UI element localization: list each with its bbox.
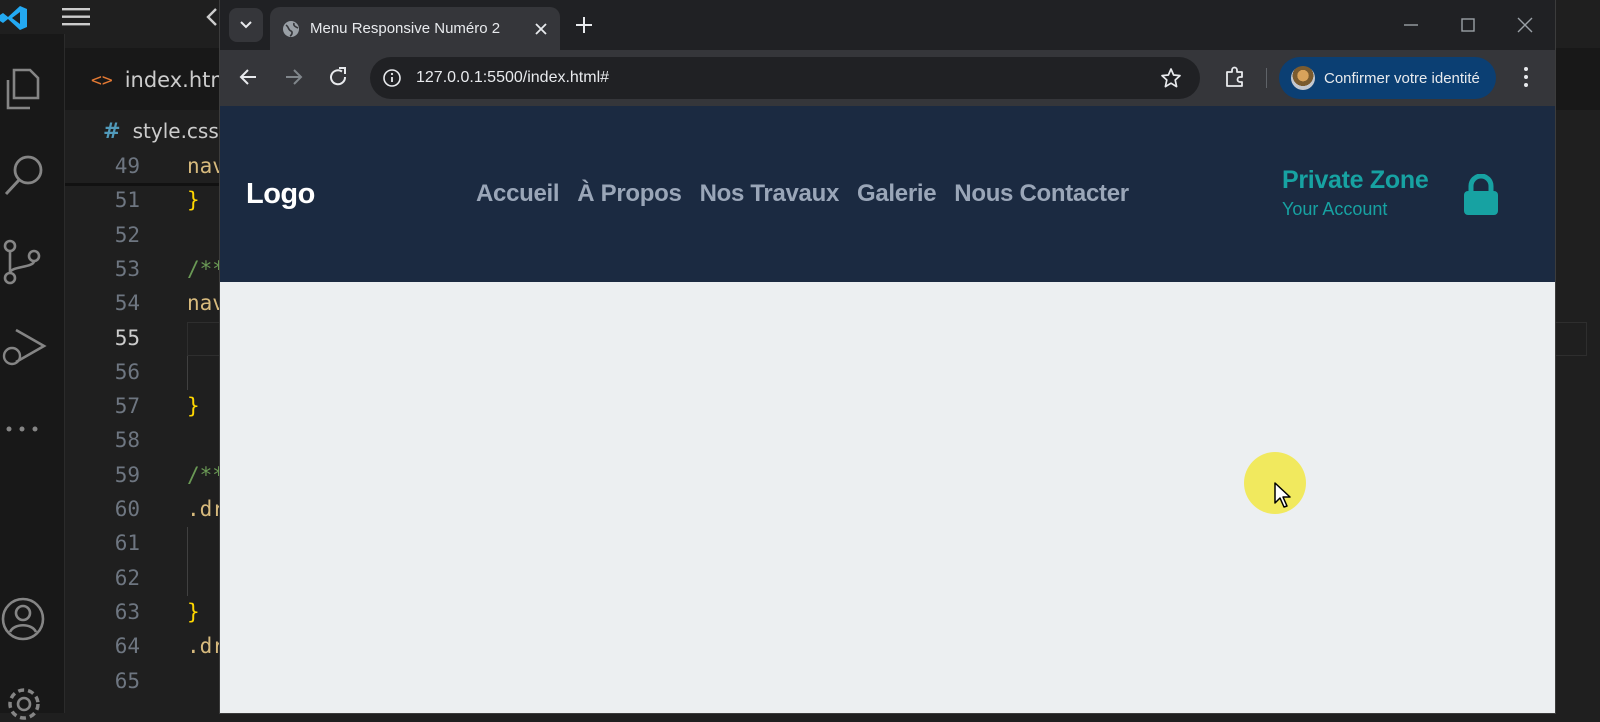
vscode-logo-icon [0,4,28,32]
mouse-pointer-icon [1273,481,1293,509]
line-number: 57 [114,394,140,419]
breadcrumb: # style.css [65,112,219,150]
reload-icon[interactable] [325,64,351,90]
line-number: 60 [114,497,140,521]
tab-index-html[interactable]: <> index.htm [91,54,231,106]
source-control-icon[interactable] [2,238,46,286]
nav-link[interactable]: Nous Contacter [954,180,1129,208]
extensions-puzzle-icon[interactable] [1222,64,1248,90]
hamburger-menu-icon[interactable] [62,6,90,28]
line-number: 63 [114,599,140,624]
indent-guide [187,527,188,596]
more-icon[interactable] [4,422,44,436]
maximize-icon[interactable] [1457,14,1479,36]
activity-bar [0,34,65,720]
nav-link[interactable]: Galerie [857,180,937,208]
nav-links: Accueil À Propos Nos Travaux Galerie Nous Co… [476,180,1129,208]
confirm-identity-button[interactable]: Confirmer votre identité [1279,57,1496,99]
chrome-window: Menu Responsive Numéro 2 127.0.0.1:5500/… [220,0,1555,713]
line-number: 61 [114,531,140,556]
private-zone-subtitle: Your Account [1282,199,1388,219]
css-file-icon: # [103,119,121,143]
tab-search-button[interactable] [229,8,263,42]
forward-icon[interactable] [280,64,306,90]
line-number: 49 [114,154,140,178]
line-number: 58 [114,428,140,453]
nav-link[interactable]: À Propos [577,180,682,208]
minimize-icon[interactable] [1400,14,1422,36]
chevron-down-icon [240,21,252,29]
page-viewport: Logo Accueil À Propos Nos Travaux Galerie No… [220,106,1555,713]
search-icon[interactable] [2,152,46,198]
url-text: 127.0.0.1:5500/index.html# [416,69,610,86]
browser-tab-active[interactable]: Menu Responsive Numéro 2 [270,7,560,50]
line-number: 51 [114,188,140,213]
line-number: 64 [114,634,140,659]
site-navbar: Logo Accueil À Propos Nos Travaux Galerie No… [220,106,1555,282]
line-number: 55 [114,325,140,350]
breadcrumb-file[interactable]: style.css [133,119,219,143]
settings-icon[interactable] [2,682,46,722]
code-text: } [187,188,200,213]
html-file-icon: <> [91,69,113,91]
private-zone-title: Private Zone [1282,166,1429,194]
explorer-icon[interactable] [4,68,44,112]
lock-icon[interactable] [1462,174,1500,216]
account-icon[interactable] [0,596,46,642]
new-tab-plus-icon[interactable] [572,13,596,37]
chrome-menu-kebab-icon[interactable] [1516,64,1536,90]
nav-link[interactable]: Nos Travaux [700,180,840,208]
code-text: } [187,394,200,419]
chrome-tabstrip: Menu Responsive Numéro 2 [220,0,1555,50]
line-number: 52 [114,222,140,247]
toolbar-separator [1266,68,1267,88]
profile-avatar [1291,66,1315,90]
close-tab-icon[interactable] [534,22,548,36]
tab-label: index.htm [124,68,231,92]
bookmark-star-icon[interactable] [1160,67,1182,89]
code-text: } [187,599,200,624]
site-logo[interactable]: Logo [246,178,315,211]
window-close-icon[interactable] [1514,14,1536,36]
globe-icon [282,20,300,38]
tab-title: Menu Responsive Numéro 2 [310,20,501,37]
run-debug-icon[interactable] [0,324,48,372]
chrome-toolbar: 127.0.0.1:5500/index.html# Confirmer vot… [220,50,1555,106]
back-icon[interactable] [236,64,262,90]
site-info-icon[interactable] [382,68,402,88]
line-number: 62 [114,565,140,590]
line-number: 59 [114,462,140,487]
identity-label: Confirmer votre identité [1324,69,1480,87]
private-zone[interactable]: Private Zone Your Account [1282,166,1429,220]
address-bar[interactable]: 127.0.0.1:5500/index.html# [370,57,1200,99]
line-number: 56 [114,359,140,384]
line-number: 54 [114,291,140,316]
line-number: 53 [114,256,140,281]
line-number: 65 [114,668,140,693]
nav-link[interactable]: Accueil [476,180,560,208]
